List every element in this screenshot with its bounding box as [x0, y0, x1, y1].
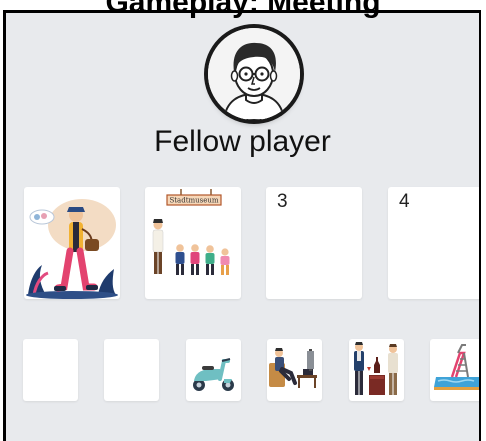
story-card-3[interactable]: 3	[266, 187, 362, 299]
walking-man-with-bag-illustration	[26, 199, 118, 299]
museum-sign-text: Stadtmuseum	[169, 197, 218, 205]
man-with-glasses-avatar-icon	[208, 28, 300, 120]
game-board: Fellow player Stadtmuseum 3 4	[3, 10, 481, 441]
story-card-1[interactable]	[24, 187, 120, 299]
wine-tasting-illustration	[354, 342, 398, 395]
story-card-2[interactable]: Stadtmuseum	[145, 187, 241, 299]
hand-card-tv[interactable]	[267, 339, 322, 401]
story-card-4[interactable]: 4	[388, 187, 479, 299]
hand-card-empty-2[interactable]	[104, 339, 159, 401]
hand-card-empty-1[interactable]	[23, 339, 78, 401]
game-title: Gameplay: Meeting	[105, 0, 381, 19]
player-avatar	[208, 28, 300, 120]
hand-card-pool[interactable]	[430, 339, 479, 401]
card-number: 4	[399, 191, 410, 212]
swimming-pool-illustration	[434, 344, 479, 390]
museum-group-illustration: Stadtmuseum	[152, 189, 230, 275]
card-number: 3	[277, 191, 288, 212]
person-watching-tv-illustration	[269, 348, 317, 388]
hand-card-wine[interactable]	[349, 339, 404, 401]
hand-card-scooter[interactable]	[186, 339, 241, 401]
scooter-illustration	[193, 358, 234, 391]
player-name: Fellow player	[154, 125, 331, 158]
